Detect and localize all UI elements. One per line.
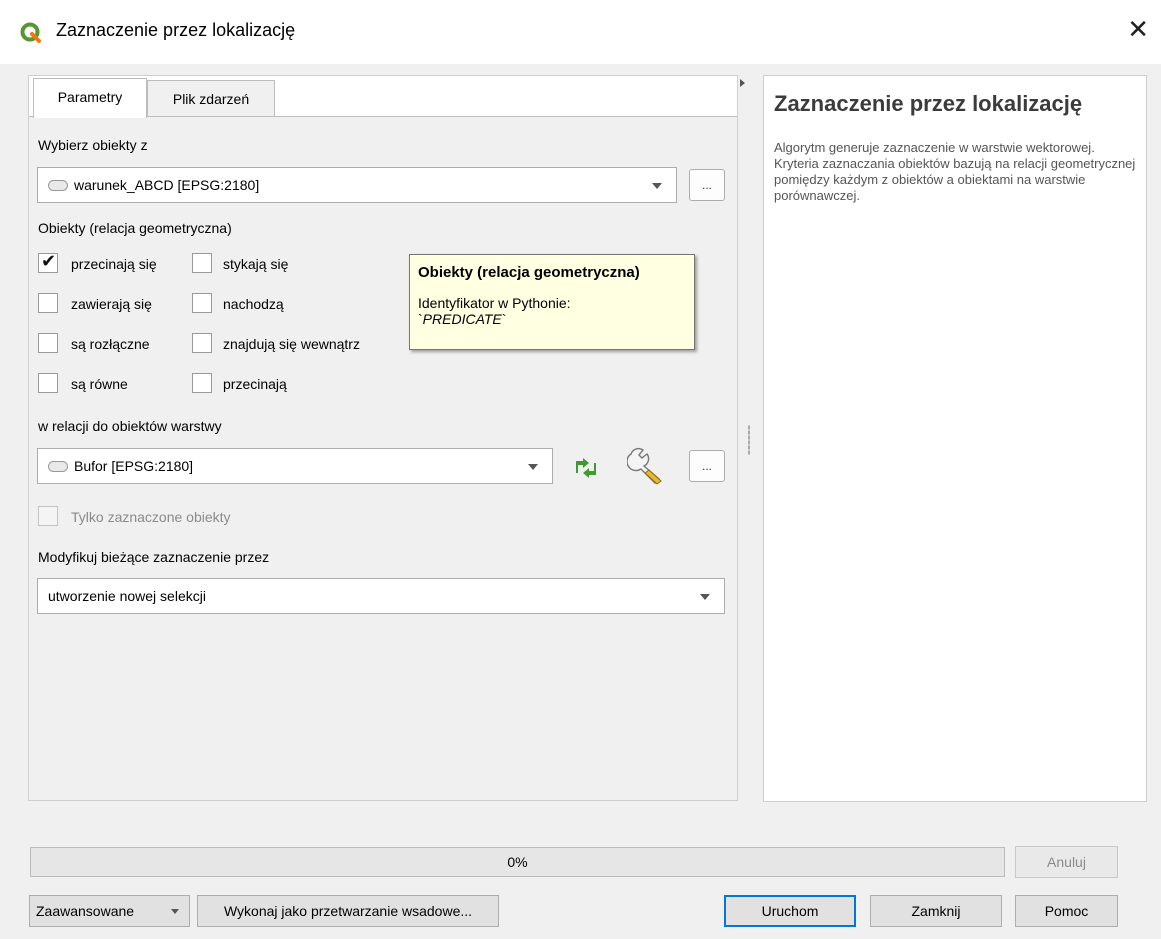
advanced-button-label: Zaawansowane: [36, 903, 135, 919]
help-button[interactable]: Pomoc: [1015, 895, 1118, 927]
predicate-label-equal: są równe: [71, 376, 128, 392]
predicate-label-intersect: przecinają się: [71, 256, 157, 272]
progress-bar: 0%: [30, 847, 1005, 877]
compare-layer-value: Bufor [EPSG:2180]: [74, 458, 194, 474]
predicate-label-within: znajdują się wewnątrz: [223, 336, 360, 352]
iterate-icon[interactable]: [569, 453, 603, 483]
tooltip-python-id: `PREDICATE`: [418, 311, 686, 327]
predicate-checkbox-contain[interactable]: [38, 293, 58, 313]
modify-label: Modyfikuj bieżące zaznaczenie przez: [38, 549, 270, 565]
qgis-logo-icon: [20, 22, 41, 43]
close-icon[interactable]: ✕: [1127, 14, 1149, 44]
collapse-help-arrow-icon[interactable]: [740, 79, 745, 87]
select-from-combo[interactable]: warunek_ABCD [EPSG:2180]: [37, 167, 677, 203]
tab-plik-zdarzen[interactable]: Plik zdarzeń: [147, 80, 275, 116]
title-bar: Zaznaczenie przez lokalizację ✕: [0, 0, 1161, 64]
advanced-dropdown-button[interactable]: Zaawansowane: [29, 895, 190, 927]
predicate-checkbox-equal[interactable]: [38, 373, 58, 393]
compare-layer-options-button[interactable]: ...: [689, 450, 725, 482]
polygon-layer-icon: [48, 460, 68, 472]
tooltip-id-value: PREDICATE: [422, 311, 502, 327]
selected-only-checkbox[interactable]: [38, 506, 58, 526]
chevron-down-icon: [652, 183, 662, 189]
tab-content: Wybierz obiekty z warunek_ABCD [EPSG:218…: [29, 116, 737, 800]
select-from-label: Wybierz obiekty z: [38, 137, 148, 153]
compare-label: w relacji do obiektów warstwy: [38, 418, 222, 434]
predicate-label-cross: przecinają: [223, 376, 287, 392]
modify-selection-value: utworzenie nowej selekcji: [48, 588, 206, 604]
polygon-layer-icon: [48, 179, 68, 191]
predicate-checkbox-touch[interactable]: [192, 253, 212, 273]
batch-process-button[interactable]: Wykonaj jako przetwarzanie wsadowe...: [197, 895, 499, 927]
select-from-value: warunek_ABCD [EPSG:2180]: [74, 177, 260, 193]
predicate-label: Obiekty (relacja geometryczna): [38, 220, 232, 236]
predicate-label-contain: zawierają się: [71, 296, 152, 312]
predicate-checkbox-within[interactable]: [192, 333, 212, 353]
tooltip-id-suffix: `: [501, 311, 507, 327]
compare-layer-combo[interactable]: Bufor [EPSG:2180]: [37, 448, 553, 484]
cancel-button[interactable]: Anuluj: [1015, 846, 1118, 878]
splitter-handle[interactable]: [748, 425, 750, 455]
run-button[interactable]: Uruchom: [724, 895, 856, 927]
help-panel: Zaznaczenie przez lokalizację Algorytm g…: [763, 75, 1147, 802]
predicate-checkbox-intersect[interactable]: [38, 251, 58, 273]
select-from-options-button[interactable]: ...: [689, 169, 725, 201]
tooltip-python-id-label: Identyfikator w Pythonie:: [418, 295, 571, 311]
chevron-down-icon: [171, 909, 179, 914]
tab-parametry[interactable]: Parametry: [33, 78, 147, 118]
wrench-icon[interactable]: [627, 446, 671, 486]
help-title: Zaznaczenie przez lokalizację: [774, 91, 1083, 116]
help-body: Algorytm generuje zaznaczenie w warstwie…: [774, 140, 1136, 203]
chevron-down-icon: [528, 464, 538, 470]
predicate-label-disjoint: są rozłączne: [71, 336, 150, 352]
predicate-checkbox-disjoint[interactable]: [38, 333, 58, 353]
predicate-label-overlap: nachodzą: [223, 296, 284, 312]
predicate-checkbox-cross[interactable]: [192, 373, 212, 393]
parameters-panel: Parametry Plik zdarzeń Wybierz obiekty z…: [28, 75, 738, 801]
window-title: Zaznaczenie przez lokalizację: [56, 20, 296, 40]
chevron-down-icon: [700, 594, 710, 600]
tooltip-title: Obiekty (relacja geometryczna): [418, 264, 640, 281]
modify-selection-combo[interactable]: utworzenie nowej selekcji: [37, 578, 725, 614]
predicate-checkbox-overlap[interactable]: [192, 293, 212, 313]
close-button[interactable]: Zamknij: [870, 895, 1002, 927]
progress-text: 0%: [507, 854, 528, 870]
predicate-tooltip: Obiekty (relacja geometryczna) Identyfik…: [409, 254, 695, 350]
predicate-label-touch: stykają się: [223, 256, 289, 272]
selected-only-label: Tylko zaznaczone obiekty: [71, 509, 231, 525]
